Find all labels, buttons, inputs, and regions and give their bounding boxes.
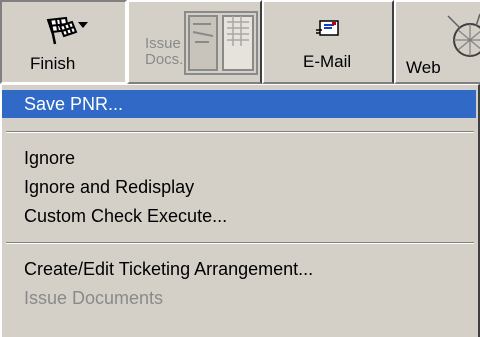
finish-dropdown-menu: Save PNR... Ignore Ignore and Redisplay … <box>0 84 480 337</box>
menu-item-issue-documents: Issue Documents <box>24 288 164 308</box>
app-screen: Finish Issue Docs. E-Mail Web Save PNR..… <box>0 0 480 337</box>
globe-icon <box>447 13 480 57</box>
web-button[interactable]: Web <box>394 0 480 84</box>
checkered-flag-icon <box>46 16 88 45</box>
email-button[interactable]: E-Mail <box>262 0 394 84</box>
toolbar: Finish Issue Docs. E-Mail Web <box>0 0 480 84</box>
menu-item-save-pnr[interactable]: Save PNR... <box>2 90 476 118</box>
issue-docs-button[interactable]: Issue Docs. <box>127 0 262 84</box>
menu-item-ignore[interactable]: Ignore <box>2 144 476 172</box>
menu-item-ignore-and-redisplay[interactable]: Ignore and Redisplay <box>2 173 476 201</box>
web-label: Web <box>406 58 441 77</box>
finish-button[interactable]: Finish <box>0 0 127 84</box>
menu-separator <box>6 131 474 133</box>
finish-label: Finish <box>30 54 76 73</box>
document-icon <box>184 11 258 75</box>
issue-docs-label-line1: Issue <box>145 35 181 52</box>
menu-separator <box>6 242 474 244</box>
email-label: E-Mail <box>303 52 352 71</box>
menu-item-custom-check-execute[interactable]: Custom Check Execute... <box>2 202 476 230</box>
envelope-icon <box>316 20 339 36</box>
issue-docs-label-line2: Docs. <box>145 51 184 68</box>
menu-item-create-edit-ticketing-arrangement[interactable]: Create/Edit Ticketing Arrangement... <box>2 255 476 283</box>
